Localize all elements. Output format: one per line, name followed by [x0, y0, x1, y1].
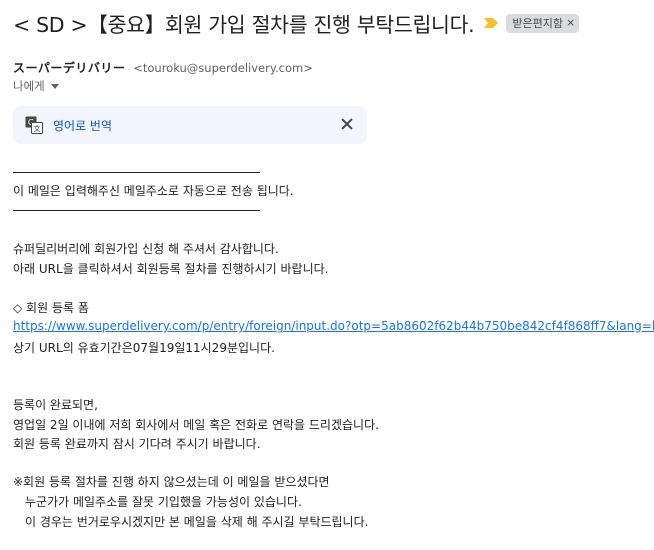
chevron-down-icon[interactable] [50, 83, 59, 89]
link-validity: 상기 URL의 유효기간은07월19일11시29분입니다. [13, 341, 275, 355]
remove-label-icon[interactable]: × [566, 16, 575, 29]
translate-bar: G 文 영어로 번역 [13, 106, 367, 144]
body-thanks: 슈퍼딜리버리에 회원가입 신청 해 주셔서 감사합니다. [13, 242, 279, 256]
sender-email: <touroku@superdelivery.com> [133, 61, 313, 75]
sender-row: スーパーデリバリー <touroku@superdelivery.com> [13, 59, 313, 76]
email-subject: < SD >【중요】회원 가입 절차를 진행 부탁드립니다. [13, 13, 475, 37]
body-note-1: ※회원 등록 절차를 진행 하지 않으셨는데 이 메일을 받으셨다면 [13, 475, 330, 489]
recipient-row[interactable]: 나에게 [13, 78, 59, 94]
sender-name: スーパーデリバリー [13, 61, 126, 75]
important-marker-icon[interactable] [484, 18, 499, 28]
body-instruction: 아래 URL을 클릭하셔서 회원등록 절차를 진행하시기 바랍니다. [13, 262, 329, 276]
body-after-2: 영업일 2일 이내에 저희 회사에서 메일 혹은 전화로 연락을 드리겠습니다. [13, 418, 379, 432]
divider [13, 172, 260, 173]
close-icon[interactable] [340, 117, 354, 131]
registration-form-link[interactable]: https://www.superdelivery.com/p/entry/fo… [13, 319, 654, 333]
body-note-3: 이 경우는 번거로우시겠지만 본 메일을 삭제 해 주시길 부탁드립니다. [13, 515, 369, 529]
inbox-label-text: 받은편지함 [512, 16, 563, 30]
translate-to-english-link[interactable]: 영어로 번역 [53, 117, 112, 134]
body-notice: 이 메일은 입력해주신 메일주소로 자동으로 전송 됩니다. [13, 184, 294, 198]
translate-icon: G 文 [25, 116, 43, 138]
svg-text:文: 文 [34, 124, 41, 133]
recipient-label: 나에게 [13, 79, 45, 93]
body-after-3: 회원 등록 완료까지 잠시 기다려 주시기 바랍니다. [13, 437, 261, 451]
divider [13, 210, 260, 211]
email-subject-row: < SD >【중요】회원 가입 절차를 진행 부탁드립니다. 받은편지함 × [13, 8, 644, 38]
inbox-label-chip[interactable]: 받은편지함 × [506, 13, 580, 33]
form-heading: ◇ 회원 등록 폼 [13, 301, 89, 315]
body-after-1: 등록이 완료되면, [13, 398, 98, 412]
body-note-2: 누군가가 메일주소를 잘못 기입했을 가능성이 있습니다. [13, 495, 302, 509]
